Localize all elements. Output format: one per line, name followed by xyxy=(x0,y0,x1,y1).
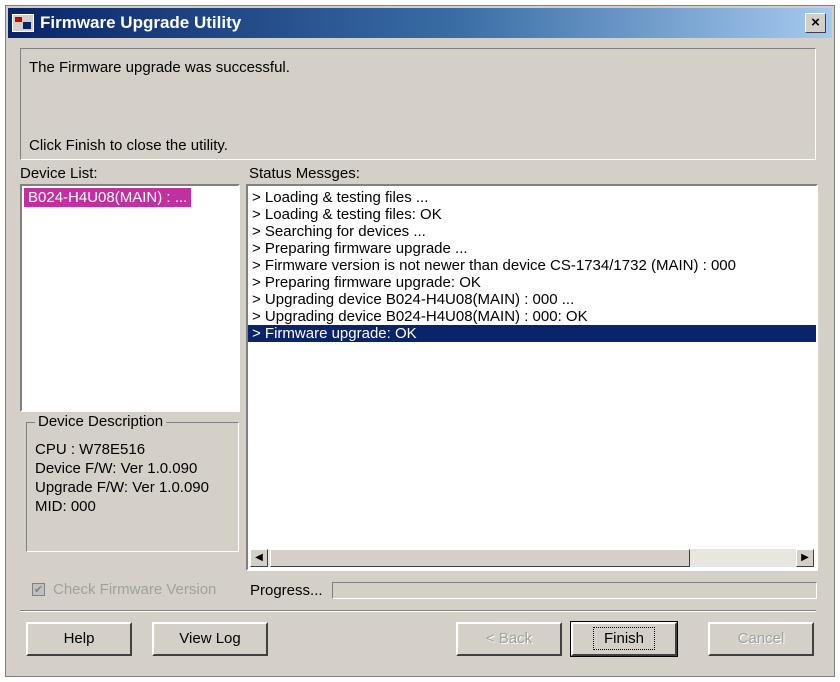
status-message-line-selected[interactable]: > Firmware upgrade: OK xyxy=(248,325,816,342)
app-icon xyxy=(12,14,34,32)
help-button[interactable]: Help xyxy=(26,622,132,656)
title-bar[interactable]: Firmware Upgrade Utility × xyxy=(8,8,832,38)
scrollbar-thumb[interactable] xyxy=(270,549,690,567)
status-messages-list[interactable]: > Loading & testing files ... > Loading … xyxy=(246,184,818,571)
status-message-line[interactable]: > Searching for devices ... xyxy=(248,223,816,240)
scroll-left-icon[interactable]: ◀ xyxy=(250,549,268,567)
mid-info: MID: 000 xyxy=(35,498,96,515)
finish-button-label: Finish xyxy=(592,627,655,650)
window-title: Firmware Upgrade Utility xyxy=(40,13,242,32)
status-message-line[interactable]: > Preparing firmware upgrade: OK xyxy=(248,274,816,291)
close-button[interactable]: × xyxy=(805,13,826,33)
firmware-upgrade-window: Firmware Upgrade Utility × The Firmware … xyxy=(5,5,835,677)
status-messages-label: Status Messges: xyxy=(249,165,360,182)
progress-label: Progress... xyxy=(250,582,323,599)
status-message-line[interactable]: > Firmware version is not newer than dev… xyxy=(248,257,816,274)
status-message-line[interactable]: > Loading & testing files: OK xyxy=(248,206,816,223)
check-firmware-version-label: Check Firmware Version xyxy=(53,581,217,598)
horizontal-scrollbar[interactable]: ◀ ▶ xyxy=(250,549,814,567)
scroll-right-icon[interactable]: ▶ xyxy=(796,549,814,567)
status-message-line[interactable]: > Upgrading device B024-H4U08(MAIN) : 00… xyxy=(248,308,816,325)
separator xyxy=(20,610,816,612)
info-panel: The Firmware upgrade was successful. Cli… xyxy=(20,48,816,160)
status-message-line[interactable]: > Loading & testing files ... xyxy=(248,189,816,206)
device-description-group: Device Description CPU : W78E516 Device … xyxy=(26,413,239,552)
finish-button[interactable]: Finish xyxy=(570,621,678,657)
device-list[interactable]: B024-H4U08(MAIN) : ... xyxy=(20,184,240,412)
back-button[interactable]: < Back xyxy=(456,622,562,656)
finish-instruction: Click Finish to close the utility. xyxy=(29,137,228,154)
cancel-button[interactable]: Cancel xyxy=(708,622,814,656)
device-fw-info: Device F/W: Ver 1.0.090 xyxy=(35,460,198,477)
progress-bar xyxy=(332,582,817,599)
success-message: The Firmware upgrade was successful. xyxy=(29,59,290,76)
device-description-title: Device Description xyxy=(35,413,167,430)
device-list-label: Device List: xyxy=(20,165,98,182)
checkbox-checked-icon[interactable]: ✔ xyxy=(32,583,45,596)
cpu-info: CPU : W78E516 xyxy=(35,441,146,458)
status-message-line[interactable]: > Upgrading device B024-H4U08(MAIN) : 00… xyxy=(248,291,816,308)
upgrade-fw-info: Upgrade F/W: Ver 1.0.090 xyxy=(35,479,209,496)
status-message-line[interactable]: > Preparing firmware upgrade ... xyxy=(248,240,816,257)
check-firmware-version-checkbox[interactable]: ✔ Check Firmware Version xyxy=(32,581,216,598)
device-list-item[interactable]: B024-H4U08(MAIN) : ... xyxy=(24,188,192,207)
view-log-button[interactable]: View Log xyxy=(152,622,268,656)
